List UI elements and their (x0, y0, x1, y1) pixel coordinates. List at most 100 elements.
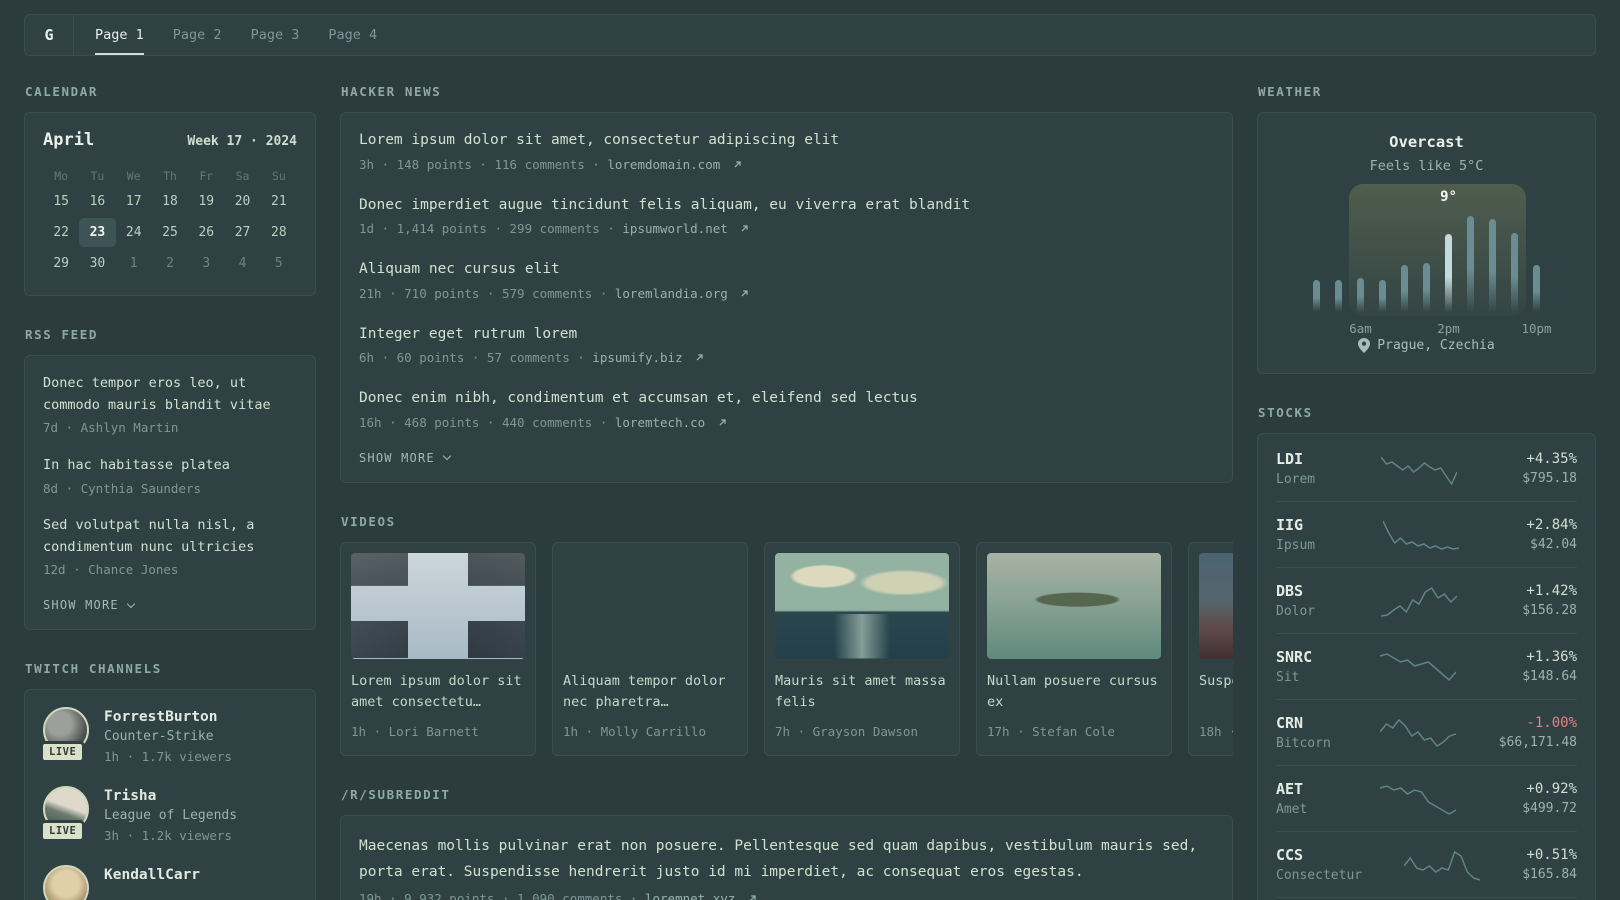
tab-page-4[interactable]: Page 4 (328, 15, 377, 55)
hn-item: Integer eget rutrum lorem 6h · 60 points … (359, 324, 1214, 369)
hn-item-title[interactable]: Donec imperdiet augue tincidunt felis al… (359, 195, 1214, 217)
calendar-section-title: CALENDAR (25, 84, 99, 99)
videos-section-title: VIDEOS (341, 513, 396, 529)
hn-item-domain-link[interactable]: loremtech.co (615, 415, 727, 430)
weather-card: Overcast Feels like 5°C 9° 6am 2pm 10pm Pra… (1257, 112, 1596, 374)
location-pin-icon (1358, 338, 1371, 353)
stock-sparkline (1380, 784, 1456, 815)
tab-page-2[interactable]: Page 2 (173, 15, 222, 55)
stock-values: +1.36% $148.64 (1456, 649, 1577, 684)
stock-row[interactable]: AET Amet +0.92% $499.72 (1276, 766, 1577, 832)
calendar-day-grid: 15 16 17 18 19 20 21 22 23 24 25 26 27 28 29 30 1 2 3 4 5 (43, 187, 297, 278)
twitch-channel[interactable]: KendallCarr (43, 864, 297, 900)
stock-row[interactable]: SNRC Sit +1.36% $148.64 (1276, 634, 1577, 700)
hn-item-domain-link[interactable]: loremdomain.com (607, 157, 741, 172)
weather-bar (1357, 278, 1364, 312)
calendar-day: 18 (162, 194, 178, 209)
external-link-icon (741, 290, 748, 297)
hn-item-stats: 16h · 468 points · 440 comments · (359, 414, 615, 430)
hn-item-title[interactable]: Integer eget rutrum lorem (359, 324, 1214, 346)
external-link-icon (741, 225, 748, 232)
hackernews-show-more-button[interactable]: SHOW MORE (359, 451, 1214, 465)
hn-item-domain-link[interactable]: ipsumify.biz (592, 350, 704, 365)
video-card[interactable]: Nullam posuere cursus ex 17h · Stefan Col… (976, 541, 1172, 757)
calendar-weekday: Th (163, 169, 177, 183)
twitch-avatar-wrap (43, 864, 89, 900)
daylight-highlight (1349, 184, 1526, 316)
tab-page-3[interactable]: Page 3 (251, 15, 300, 55)
hn-item-title[interactable]: Aliquam nec cursus elit (359, 259, 1214, 281)
stock-name: Dolor (1276, 604, 1316, 619)
stock-row[interactable]: CRN Bitcorn -1.00% $66,171.48 (1276, 700, 1577, 766)
stock-info: CRN Bitcorn (1276, 714, 1380, 751)
twitch-channel-meta: 1h · 1.7k viewers (104, 749, 232, 765)
rss-item-title[interactable]: Sed volutpat nulla nisl, a condimentum n… (43, 515, 297, 558)
rss-item: Sed volutpat nulla nisl, a condimentum n… (43, 515, 297, 580)
video-thumbnail (563, 553, 737, 659)
calendar-day: 3 (202, 256, 211, 271)
video-thumbnail (1199, 552, 1233, 659)
stock-row[interactable]: LDI Lorem +4.35% $795.18 (1276, 436, 1577, 502)
calendar-day: 15 (53, 194, 69, 209)
weather-bar (1533, 265, 1540, 312)
stock-sparkline (1380, 586, 1457, 617)
hn-item-domain-link[interactable]: loremlandia.org (615, 286, 749, 301)
hn-item-stats: 3h · 148 points · 116 comments · (359, 156, 608, 172)
video-thumbnail (987, 552, 1161, 659)
hn-item-title[interactable]: Lorem ipsum dolor sit amet, consectetur … (359, 130, 1214, 152)
tab-page-1[interactable]: Page 1 (95, 15, 144, 55)
calendar-weekday: Sa (235, 169, 250, 183)
subreddit-post-stats: 19h · 9,932 points · 1,090 comments · (359, 891, 645, 900)
video-meta: 1h · Lori Barnett (351, 723, 479, 739)
subreddit-card: Maecenas mollis pulvinar erat non posuer… (340, 815, 1233, 900)
hn-item: Lorem ipsum dolor sit amet, consectetur … (359, 130, 1214, 175)
subreddit-post: Maecenas mollis pulvinar erat non posuer… (359, 833, 1214, 900)
subreddit-list: Maecenas mollis pulvinar erat non posuer… (359, 833, 1214, 900)
video-card[interactable]: Lorem ipsum dolor sit amet consectetu… 1h… (340, 541, 536, 757)
twitch-channel[interactable]: LIVE Trisha League of Legends 3h · 1.2k vie… (40, 785, 297, 846)
live-badge: LIVE (40, 741, 86, 764)
stock-name: Lorem (1276, 472, 1316, 487)
twitch-channel[interactable]: LIVE ForrestBurton Counter-Strike 1h · 1.7k… (40, 707, 297, 767)
hn-item: Donec imperdiet augue tincidunt felis al… (359, 195, 1214, 240)
subreddit-post-domain-link[interactable]: loremnet.xyz (645, 891, 757, 900)
stocks-section: STOCKS LDI Lorem +4.35% $795.18 IIG Ipsum +2.8… (1257, 405, 1596, 900)
hn-item: Aliquam nec cursus elit 21h · 710 points … (359, 259, 1214, 304)
weather-location-label: Prague, Czechia (1377, 338, 1495, 353)
stock-name: Amet (1276, 802, 1308, 817)
calendar-section: CALENDAR April Week 17 · 2024 Mo Tu We Th Fr… (24, 84, 316, 296)
stock-row[interactable]: DBS Dolor +1.42% $156.28 (1276, 568, 1577, 634)
subreddit-post-title[interactable]: Maecenas mollis pulvinar erat non posuer… (359, 833, 1214, 885)
hn-item-title[interactable]: Donec enim nibh, condimentum et accumsan… (359, 388, 1214, 410)
stock-row[interactable]: CCS Consectetur +0.51% $165.84 (1276, 832, 1577, 898)
hn-item-domain-link[interactable]: ipsumworld.net (622, 221, 749, 236)
calendar-week-year: Week 17 · 2024 (187, 134, 297, 149)
right-column: WEATHER Overcast Feels like 5°C 9° 6am 2pm… (1257, 84, 1596, 900)
calendar-day: 30 (89, 256, 106, 271)
stock-info: CCS Consectetur (1276, 846, 1404, 883)
rss-item-title[interactable]: In hac habitasse platea (43, 455, 297, 477)
video-title: Aliquam tempor dolor nec pharetra… (563, 672, 726, 711)
twitch-channel-info: ForrestBurton Counter-Strike 1h · 1.7k vie… (104, 707, 232, 767)
video-meta: 17h · Stefan Cole (987, 723, 1115, 739)
stock-row[interactable]: IIG Ipsum +2.84% $42.04 (1276, 502, 1577, 568)
stock-change: -1.00% (1526, 715, 1577, 731)
stock-ticker: CRN (1276, 714, 1304, 732)
rss-item-title[interactable]: Donec tempor eros leo, ut commodo mauris… (43, 373, 297, 416)
video-card[interactable]: Aliquam tempor dolor nec pharetra… 1h · M… (552, 541, 748, 757)
video-card[interactable]: Suspendisse diam 18h · Tara (1188, 541, 1233, 757)
rss-show-more-button[interactable]: SHOW MORE (43, 598, 297, 612)
video-card[interactable]: Mauris sit amet massa felis 7h · Grayson … (764, 541, 960, 757)
middle-column: HACKER NEWS Lorem ipsum dolor sit amet, … (340, 84, 1233, 900)
hackernews-show-more-label: SHOW MORE (359, 450, 435, 465)
stock-ticker: LDI (1276, 450, 1304, 468)
calendar-day: 2 (166, 256, 174, 271)
calendar-header: April Week 17 · 2024 (43, 130, 297, 150)
app-logo[interactable]: G (25, 15, 74, 55)
stock-change: +2.84% (1526, 517, 1577, 533)
stock-sparkline (1380, 652, 1456, 681)
twitch-channel-meta: 3h · 1.2k viewers (104, 827, 232, 843)
stock-ticker: IIG (1276, 516, 1304, 534)
stock-price: $165.84 (1522, 867, 1578, 882)
external-link-icon (734, 161, 741, 168)
